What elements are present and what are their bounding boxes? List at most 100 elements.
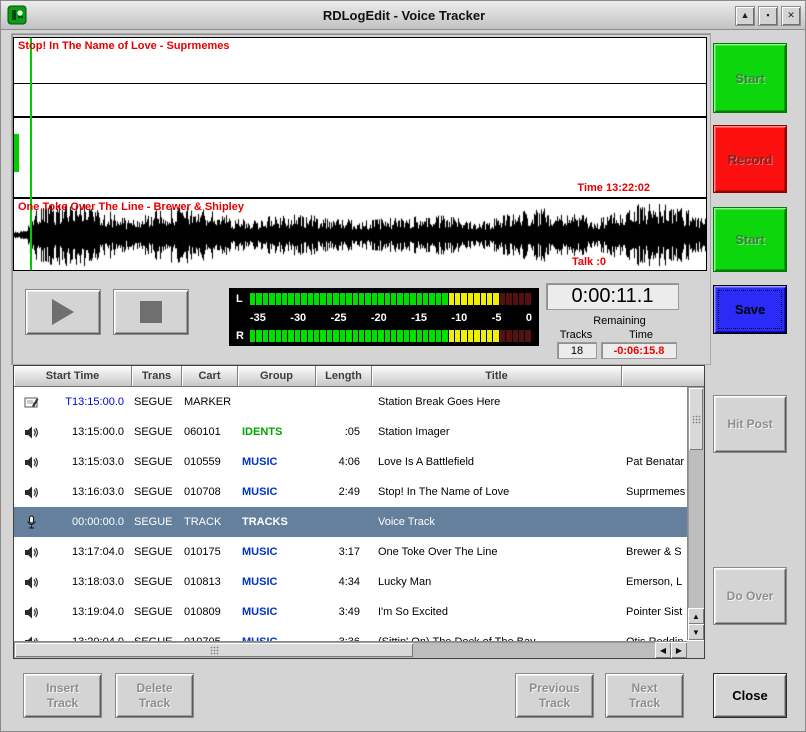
table-row[interactable]: 13:16:03.0SEGUE010708MUSIC2:49Stop! In T… bbox=[14, 477, 704, 507]
meter-segment bbox=[308, 293, 313, 305]
scale-tick: -10 bbox=[451, 312, 467, 324]
hit-post-button[interactable]: Hit Post bbox=[713, 395, 787, 453]
meter-segment bbox=[417, 330, 422, 342]
meter-segment bbox=[436, 330, 441, 342]
level-meter: L -35 -30 -25 -20 -15 -10 -5 0 R bbox=[229, 288, 539, 346]
remaining-time-label: Time bbox=[605, 329, 677, 341]
scale-tick: -15 bbox=[411, 312, 427, 324]
mic-icon bbox=[14, 515, 48, 530]
horizontal-scrollbar[interactable]: ◀ ▶ bbox=[14, 641, 687, 658]
column-header-title[interactable]: Title bbox=[372, 366, 622, 387]
meter-segment bbox=[288, 330, 293, 342]
vertical-scrollbar[interactable]: ▲ ▼ bbox=[687, 387, 704, 640]
meter-segment bbox=[513, 330, 518, 342]
meter-segment bbox=[429, 330, 434, 342]
close-button[interactable]: Close bbox=[713, 673, 787, 718]
scroll-right-arrow[interactable]: ▶ bbox=[671, 642, 687, 658]
previous-track-button[interactable]: Previous Track bbox=[515, 673, 594, 718]
meter-segment bbox=[353, 330, 358, 342]
meter-segment bbox=[359, 330, 364, 342]
start-track2-button[interactable]: Start bbox=[713, 207, 787, 272]
meter-right-label: R bbox=[236, 330, 250, 342]
meter-segment bbox=[474, 293, 479, 305]
meter-segment bbox=[513, 293, 518, 305]
table-row[interactable]: T13:15:00.0SEGUEMARKERStation Break Goes… bbox=[14, 387, 704, 417]
talk-annotation: Talk :0 bbox=[572, 256, 606, 268]
meter-segment bbox=[500, 330, 505, 342]
titlebar[interactable]: RDLogEdit - Voice Tracker ▲ ▪ ✕ bbox=[1, 1, 806, 30]
table-row[interactable]: 13:15:03.0SEGUE010559MUSIC4:06Love Is A … bbox=[14, 447, 704, 477]
cell-cart: MARKER bbox=[182, 396, 238, 408]
scale-tick: -20 bbox=[371, 312, 387, 324]
meter-segment bbox=[256, 330, 261, 342]
meter-segment bbox=[365, 330, 370, 342]
start-track1-button[interactable]: Start bbox=[713, 43, 787, 113]
meter-segment bbox=[525, 293, 530, 305]
delete-track-button[interactable]: Delete Track bbox=[115, 673, 194, 718]
table-row[interactable]: 13:15:00.0SEGUE060101IDENTS:05Station Im… bbox=[14, 417, 704, 447]
meter-segment bbox=[365, 293, 370, 305]
record-button[interactable]: Record bbox=[713, 125, 787, 193]
scroll-left-arrow[interactable]: ◀ bbox=[655, 642, 671, 658]
meter-segment bbox=[250, 330, 255, 342]
meter-segment bbox=[333, 330, 338, 342]
speaker-icon bbox=[14, 485, 48, 500]
meter-segment bbox=[410, 330, 415, 342]
column-header-cart[interactable]: Cart bbox=[182, 366, 238, 387]
meter-segment bbox=[327, 293, 332, 305]
marker-icon bbox=[14, 395, 48, 410]
table-row[interactable]: 00:00:00.0SEGUETRACKTRACKSVoice Track bbox=[14, 507, 704, 537]
insert-track-button[interactable]: Insert Track bbox=[23, 673, 102, 718]
maximize-icon[interactable]: ▪ bbox=[758, 6, 778, 26]
scroll-up-arrow[interactable]: ▲ bbox=[688, 608, 704, 624]
column-header-length[interactable]: Length bbox=[316, 366, 372, 387]
table-row[interactable]: 13:18:03.0SEGUE010813MUSIC4:34Lucky ManE… bbox=[14, 567, 704, 597]
column-header-trans[interactable]: Trans bbox=[132, 366, 182, 387]
meter-segment bbox=[404, 330, 409, 342]
column-header-group[interactable]: Group bbox=[238, 366, 316, 387]
cell-cart: 010175 bbox=[182, 546, 238, 558]
meter-segment bbox=[378, 330, 383, 342]
table-row[interactable]: 13:19:04.0SEGUE010809MUSIC3:49I'm So Exc… bbox=[14, 597, 704, 627]
vertical-scrollbar-thumb[interactable] bbox=[689, 388, 703, 450]
meter-segment bbox=[481, 293, 486, 305]
meter-segment bbox=[333, 293, 338, 305]
remaining-tracks-value: 18 bbox=[557, 342, 597, 359]
shade-icon[interactable]: ▲ bbox=[735, 6, 755, 26]
column-header-artist[interactable] bbox=[622, 366, 704, 387]
cell-group: MUSIC bbox=[238, 606, 316, 618]
meter-segment bbox=[308, 330, 313, 342]
track-start-marker[interactable] bbox=[14, 134, 19, 172]
save-button[interactable]: Save bbox=[713, 285, 787, 334]
column-header-start-time[interactable]: Start Time bbox=[14, 366, 132, 387]
window-title: RDLogEdit - Voice Tracker bbox=[1, 8, 806, 23]
cell-start-time: 13:15:00.0 bbox=[48, 426, 132, 438]
meter-segment bbox=[276, 330, 281, 342]
meter-segment bbox=[295, 330, 300, 342]
track1-title: Stop! In The Name of Love - Suprmemes bbox=[18, 40, 229, 52]
cell-group: IDENTS bbox=[238, 426, 316, 438]
table-row[interactable]: 13:17:04.0SEGUE010175MUSIC3:17One Toke O… bbox=[14, 537, 704, 567]
close-window-icon[interactable]: ✕ bbox=[781, 6, 801, 26]
track-panel-2[interactable]: One Toke Over The Line - Brewer & Shiple… bbox=[13, 198, 707, 271]
horizontal-scrollbar-thumb[interactable] bbox=[15, 643, 413, 657]
do-over-button[interactable]: Do Over bbox=[713, 567, 787, 625]
table-row[interactable]: 13:20:04.0SEGUE010705MUSIC3:36(Sittin' O… bbox=[14, 627, 704, 641]
speaker-icon bbox=[14, 545, 48, 560]
meter-segment bbox=[410, 293, 415, 305]
cell-title: One Toke Over The Line bbox=[372, 546, 622, 558]
cell-cart: 010559 bbox=[182, 456, 238, 468]
meter-segment bbox=[282, 293, 287, 305]
stop-button[interactable] bbox=[113, 289, 189, 335]
meter-segment bbox=[525, 330, 530, 342]
play-button[interactable] bbox=[25, 289, 101, 335]
playback-cursor[interactable] bbox=[30, 38, 32, 270]
scale-tick: -25 bbox=[331, 312, 347, 324]
next-track-button[interactable]: Next Track bbox=[605, 673, 684, 718]
track-panel-1[interactable]: Stop! In The Name of Love - Suprmemes Ti… bbox=[13, 37, 707, 198]
cell-start-time: 13:19:04.0 bbox=[48, 606, 132, 618]
scroll-down-arrow[interactable]: ▼ bbox=[688, 624, 704, 640]
meter-segment bbox=[429, 293, 434, 305]
time-annotation: Time 13:22:02 bbox=[577, 182, 650, 194]
cell-group: MUSIC bbox=[238, 546, 316, 558]
